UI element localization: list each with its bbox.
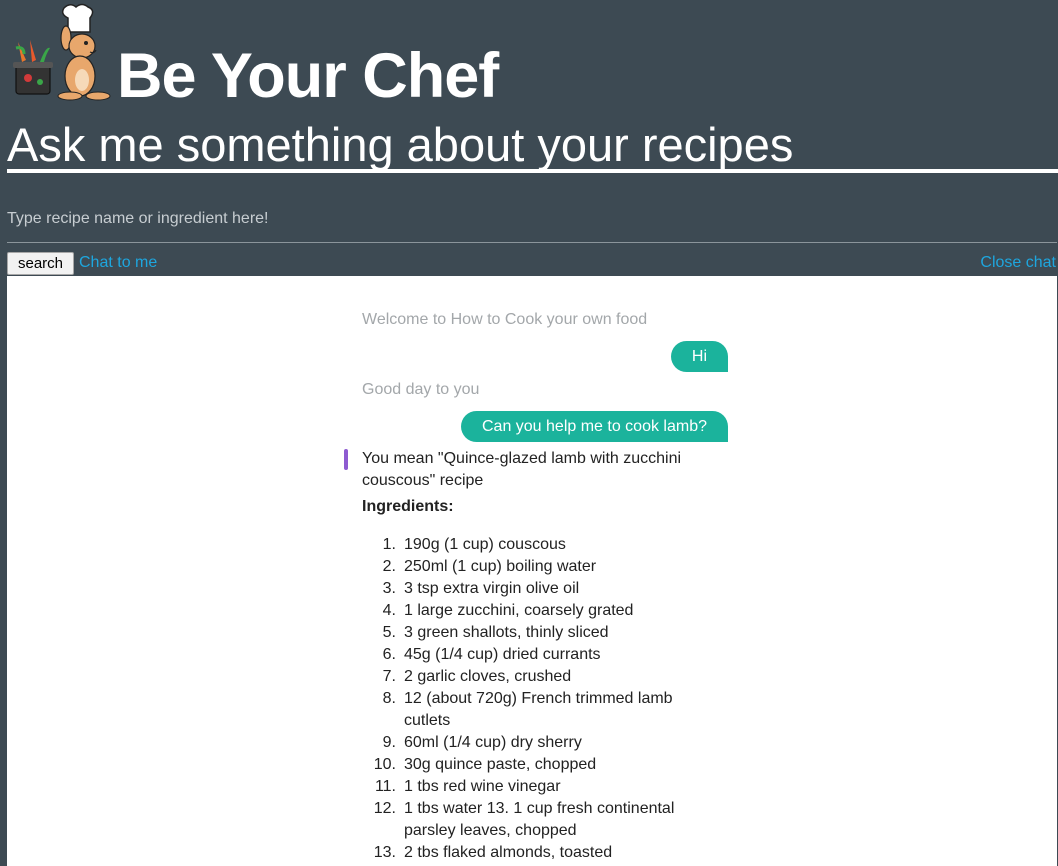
user-message-bubble: Can you help me to cook lamb? xyxy=(460,411,728,442)
brand-title: Be Your Chef xyxy=(117,41,499,111)
ingredient-text: 2 tbs flaked almonds, toasted xyxy=(404,844,613,861)
ingredient-text: 30g quince paste, chopped xyxy=(404,756,597,773)
bot-welcome-message: Welcome to How to Cook your own food xyxy=(362,311,648,328)
ingredient-item: 1. 190g (1 cup) couscous xyxy=(362,534,712,556)
ingredient-text: 2 garlic cloves, crushed xyxy=(404,668,572,685)
header-divider xyxy=(7,169,1058,173)
ingredient-text: 60ml (1/4 cup) dry sherry xyxy=(404,734,582,751)
ingredient-number: 2. xyxy=(382,558,396,575)
ingredient-item: 2. 250ml (1 cup) boiling water xyxy=(362,556,712,578)
ingredient-text: 250ml (1 cup) boiling water xyxy=(404,558,597,575)
ingredient-text: 1 tbs red wine vinegar xyxy=(404,778,561,795)
chat-to-me-link[interactable]: Chat to me xyxy=(79,254,157,272)
ingredient-text: 3 green shallots, thinly sliced xyxy=(404,624,609,641)
ingredient-item: 5. 3 green shallots, thinly sliced xyxy=(362,622,712,644)
ingredient-number: 1. xyxy=(382,536,396,553)
ingredient-text: 1 large zucchini, coarsely grated xyxy=(404,602,634,619)
ingredient-number: 5. xyxy=(382,624,396,641)
ingredient-text: 12 (about 720g) French trimmed lamb cutl… xyxy=(404,690,673,729)
ingredient-item: 13. 2 tbs flaked almonds, toasted xyxy=(362,842,712,864)
ingredient-number: 8. xyxy=(382,690,396,707)
ingredient-number: 6. xyxy=(382,646,396,663)
bot-message-marker xyxy=(344,449,348,470)
ingredient-number: 9. xyxy=(382,734,396,751)
ingredient-number: 11. xyxy=(374,778,396,795)
ingredient-number: 13. xyxy=(373,844,396,861)
close-chat-link[interactable]: Close chat xyxy=(980,254,1056,272)
page-subtitle: Ask me something about your recipes xyxy=(7,118,794,171)
ingredient-number: 7. xyxy=(382,668,396,685)
ingredient-item: 12. 1 tbs water 13. 1 cup fresh continent… xyxy=(362,798,712,842)
search-button[interactable]: search xyxy=(7,252,74,275)
bot-message: Good day to you xyxy=(362,381,480,398)
ingredient-number: 3. xyxy=(382,580,396,597)
ingredient-item: 8. 12 (about 720g) French trimmed lamb cu… xyxy=(362,688,712,732)
ingredient-text: 190g (1 cup) couscous xyxy=(404,536,566,553)
recipe-match-text: You mean "Quince-glazed lamb with zucchi… xyxy=(362,450,682,489)
user-message-bubble: Hi xyxy=(670,341,728,372)
ingredient-number: 4. xyxy=(382,602,396,619)
ingredients-list: 1. 190g (1 cup) couscous 2. 250ml (1 cup) … xyxy=(362,534,712,864)
ingredient-item: 3. 3 tsp extra virgin olive oil xyxy=(362,578,712,600)
bot-recipe-answer: You mean "Quince-glazed lamb with zucchi… xyxy=(362,448,712,864)
ingredient-text: 3 tsp extra virgin olive oil xyxy=(404,580,580,597)
app-header: Be Your Chef Ask me something about your… xyxy=(0,0,1058,276)
ingredient-item: 6. 45g (1/4 cup) dried currants xyxy=(362,644,712,666)
ingredient-item: 11. 1 tbs red wine vinegar xyxy=(362,776,712,798)
ingredient-item: 4. 1 large zucchini, coarsely grated xyxy=(362,600,712,622)
ingredient-item: 10. 30g quince paste, chopped xyxy=(362,754,712,776)
ingredient-number: 10. xyxy=(373,756,396,773)
ingredient-item: 9. 60ml (1/4 cup) dry sherry xyxy=(362,732,712,754)
ingredient-text: 45g (1/4 cup) dried currants xyxy=(404,646,601,663)
ingredient-item: 7. 2 garlic cloves, crushed xyxy=(362,666,712,688)
chef-rabbit-icon xyxy=(13,3,111,101)
search-input[interactable] xyxy=(7,196,1057,243)
ingredients-heading: Ingredients: xyxy=(362,498,454,515)
ingredient-number: 12. xyxy=(373,800,396,817)
ingredient-text: 1 tbs water 13. 1 cup fresh continental … xyxy=(404,800,675,839)
chat-panel: Welcome to How to Cook your own food Hi … xyxy=(7,276,1057,866)
